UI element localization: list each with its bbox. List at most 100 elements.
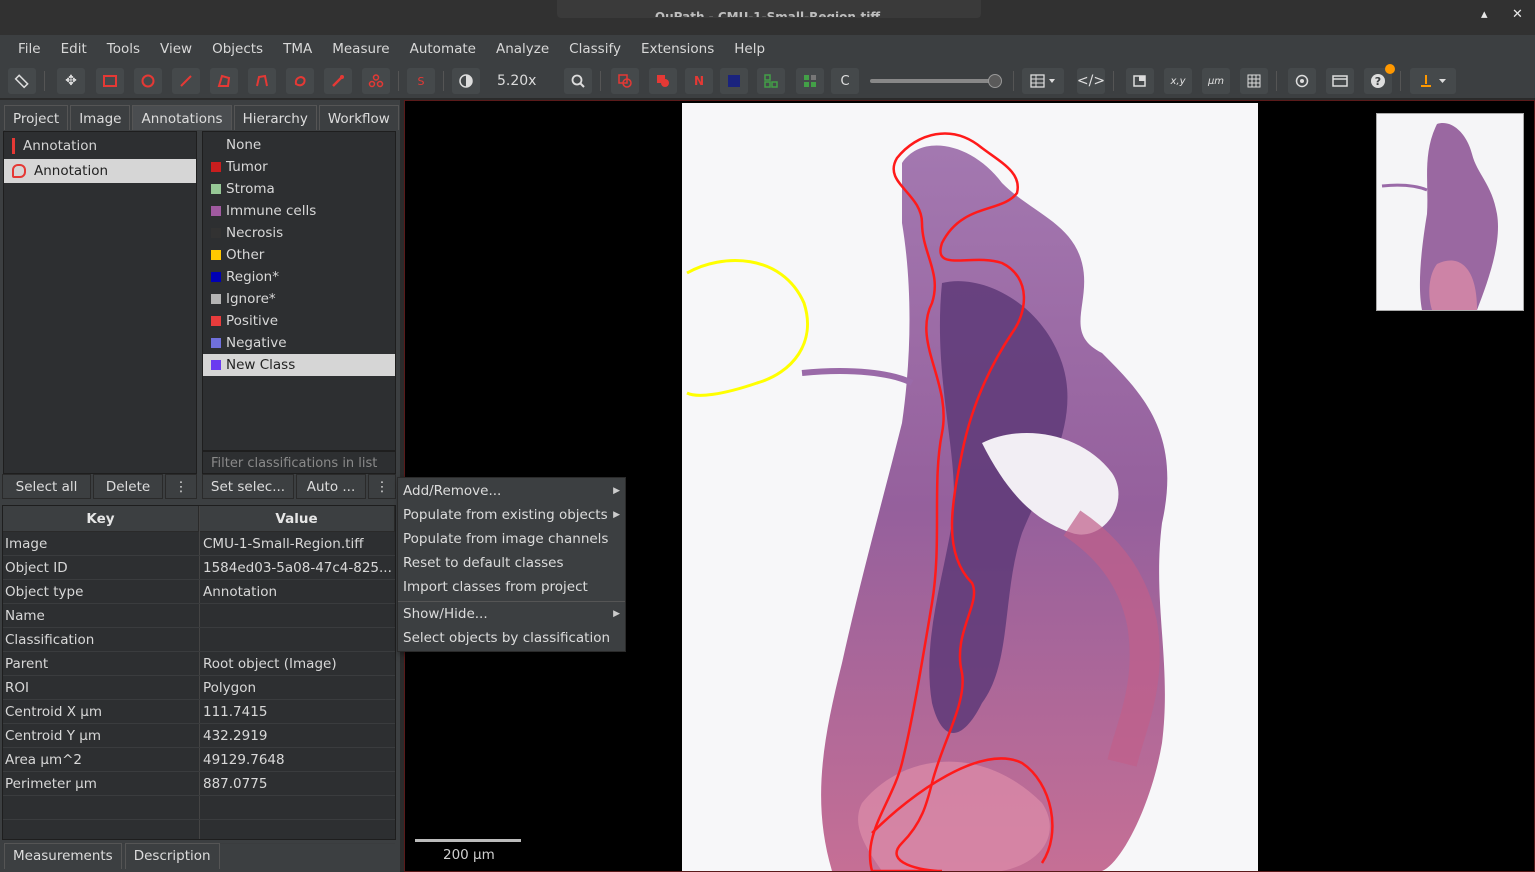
table-row[interactable]: Classification xyxy=(3,628,395,652)
tab-hierarchy[interactable]: Hierarchy xyxy=(233,105,317,130)
menu-item[interactable]: Populate from existing objects ▶ xyxy=(398,503,625,527)
list-item[interactable]: Annotation xyxy=(4,134,196,158)
wand-tool-icon[interactable] xyxy=(324,68,352,94)
menu-item[interactable]: Import classes from project xyxy=(398,575,625,599)
menu-measure[interactable]: Measure xyxy=(322,41,399,57)
class-filter-input[interactable]: Filter classifications in list xyxy=(202,451,396,474)
list-item[interactable]: Stroma xyxy=(203,178,395,200)
annotation-more-button[interactable]: ⋮ xyxy=(165,474,197,499)
value-column-header[interactable]: Value xyxy=(199,506,395,532)
move-tool-icon[interactable]: ✥ xyxy=(57,68,85,94)
table-row[interactable]: Area µm^2 49129.7648 xyxy=(3,748,395,772)
class-more-button[interactable]: ⋮ xyxy=(368,474,396,499)
points-tool-icon[interactable] xyxy=(362,68,390,94)
overview-icon[interactable] xyxy=(1126,68,1154,94)
list-item[interactable]: New Class xyxy=(203,354,395,376)
opacity-slider[interactable] xyxy=(870,79,1000,83)
menu-item[interactable]: Select objects by classification xyxy=(398,626,625,650)
table-row[interactable]: Centroid Y µm 432.2919 xyxy=(3,724,395,748)
annotation-list[interactable]: Annotation Annotation xyxy=(3,131,197,474)
show-annotations-icon[interactable] xyxy=(611,68,639,94)
list-item[interactable]: Negative xyxy=(203,332,395,354)
slide-image[interactable] xyxy=(682,103,1258,871)
table-row[interactable]: Object ID 1584ed03-5a08-47c4-825... xyxy=(3,556,395,580)
menu-tma[interactable]: TMA xyxy=(273,41,322,57)
minimize-icon[interactable]: ▴ xyxy=(1481,7,1488,22)
menu-item[interactable]: Show/Hide... ▶ xyxy=(398,602,625,626)
show-connections-button[interactable]: C xyxy=(831,68,859,94)
brightness-contrast-icon[interactable] xyxy=(452,68,480,94)
brush-tool-icon[interactable] xyxy=(286,68,314,94)
menu-view[interactable]: View xyxy=(150,41,202,57)
class-label: New Class xyxy=(226,357,296,373)
script-editor-icon[interactable]: </> xyxy=(1077,68,1105,94)
ruler-icon[interactable] xyxy=(8,68,36,94)
rectangle-tool-icon[interactable] xyxy=(96,68,124,94)
menu-classify[interactable]: Classify xyxy=(559,41,631,57)
tab-workflow[interactable]: Workflow xyxy=(318,105,399,130)
menu-tools[interactable]: Tools xyxy=(97,41,150,57)
menu-file[interactable]: File xyxy=(8,41,51,57)
list-item[interactable]: Immune cells xyxy=(203,200,395,222)
list-item[interactable]: Region* xyxy=(203,266,395,288)
log-icon[interactable] xyxy=(1326,68,1354,94)
table-row[interactable]: Parent Root object (Image) xyxy=(3,652,395,676)
settings-icon[interactable] xyxy=(1288,68,1316,94)
select-all-button[interactable]: Select all xyxy=(2,474,91,499)
opacity-slider-knob[interactable] xyxy=(988,74,1002,88)
grid-icon[interactable] xyxy=(1240,68,1268,94)
menu-item[interactable]: Populate from image channels xyxy=(398,527,625,551)
zoom-to-fit-icon[interactable] xyxy=(564,68,592,94)
menu-automate[interactable]: Automate xyxy=(400,41,486,57)
list-item[interactable]: Tumor xyxy=(203,156,395,178)
table-row[interactable]: Centroid X µm 111.7415 xyxy=(3,700,395,724)
table-row[interactable]: Image CMU-1-Small-Region.tiff xyxy=(3,532,395,556)
list-item[interactable]: Positive xyxy=(203,310,395,332)
fill-detections-icon[interactable] xyxy=(796,68,824,94)
annotation-label: Annotation xyxy=(34,163,109,179)
measurement-table-icon[interactable] xyxy=(1022,68,1064,94)
menu-item[interactable]: Reset to default classes xyxy=(398,551,625,575)
show-scalebar-button[interactable]: µm xyxy=(1202,68,1230,94)
show-location-button[interactable]: x,y xyxy=(1164,68,1192,94)
tab-image[interactable]: Image xyxy=(70,105,131,130)
list-item[interactable]: Other xyxy=(203,244,395,266)
show-names-button[interactable]: N xyxy=(685,68,713,94)
class-list[interactable]: None Tumor Stroma Immune cells Necrosis Other… xyxy=(202,131,396,451)
scale-bar-label: 200 µm xyxy=(443,847,495,863)
pixel-classifier-icon[interactable] xyxy=(1410,68,1456,94)
list-item[interactable]: Necrosis xyxy=(203,222,395,244)
auto-set-button[interactable]: Auto ... xyxy=(296,474,366,499)
table-row[interactable]: Perimeter µm 887.0775 xyxy=(3,772,395,796)
show-detections-icon[interactable] xyxy=(757,68,785,94)
table-row[interactable]: Name xyxy=(3,604,395,628)
table-row[interactable]: ROI Polygon xyxy=(3,676,395,700)
list-item[interactable]: Ignore* xyxy=(203,288,395,310)
key-column-header[interactable]: Key xyxy=(3,506,199,532)
polyline-tool-icon[interactable] xyxy=(248,68,276,94)
close-icon[interactable]: ✕ xyxy=(1512,7,1523,22)
ellipse-tool-icon[interactable] xyxy=(134,68,162,94)
delete-button[interactable]: Delete xyxy=(93,474,163,499)
selection-mode-button[interactable]: S xyxy=(407,68,435,94)
table-row[interactable]: Object type Annotation xyxy=(3,580,395,604)
menu-help[interactable]: Help xyxy=(724,41,775,57)
menu-item[interactable]: Add/Remove... ▶ xyxy=(398,479,625,503)
overview-thumbnail[interactable] xyxy=(1376,113,1524,311)
tab-measurements[interactable]: Measurements xyxy=(4,843,122,869)
list-item[interactable]: None xyxy=(203,134,395,156)
tab-description[interactable]: Description xyxy=(124,843,220,869)
fill-annotations-icon[interactable] xyxy=(649,68,677,94)
tab-project[interactable]: Project xyxy=(4,105,69,130)
menu-objects[interactable]: Objects xyxy=(202,41,273,57)
show-tma-grid-icon[interactable] xyxy=(720,68,748,94)
tab-annotations[interactable]: Annotations xyxy=(132,105,232,130)
menu-edit[interactable]: Edit xyxy=(51,41,97,57)
menu-extensions[interactable]: Extensions xyxy=(631,41,724,57)
line-tool-icon[interactable] xyxy=(172,68,200,94)
property-value: 432.2919 xyxy=(203,728,268,744)
menu-analyze[interactable]: Analyze xyxy=(486,41,559,57)
list-item[interactable]: Annotation xyxy=(4,159,196,183)
polygon-tool-icon[interactable] xyxy=(210,68,238,94)
set-selected-button[interactable]: Set selec... xyxy=(202,474,294,499)
